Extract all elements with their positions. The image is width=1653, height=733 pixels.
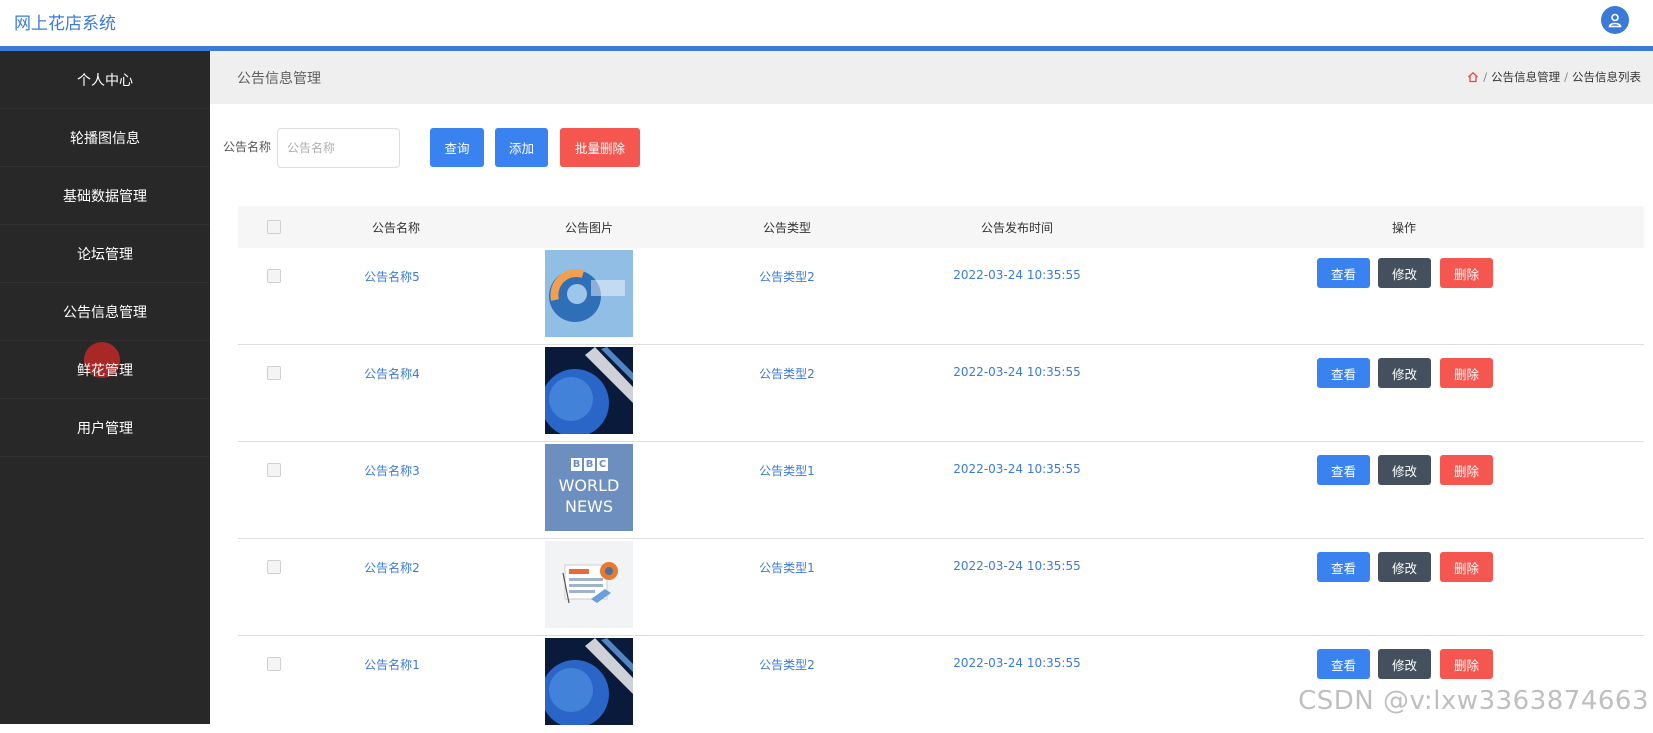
user-avatar[interactable] [1601, 6, 1629, 34]
view-button[interactable]: 查看 [1317, 649, 1370, 679]
page-title: 公告信息管理 [237, 68, 321, 88]
batch-delete-button[interactable]: 批量删除 [560, 128, 640, 167]
announcement-image [545, 638, 633, 725]
table-row: 公告名称5 公告类型2 2022-03-24 10:35:55 查看 修改 删除 [238, 248, 1644, 345]
breadcrumb: / 公告信息管理 / 公告信息列表 [1467, 69, 1641, 85]
table-row: 公告名称4 公告类型2 2022-03-24 10:35:55 查看 修改 删除 [238, 345, 1644, 442]
announcement-time: 2022-03-24 10:35:55 [953, 365, 1080, 379]
sidebar-item-label: 用户管理 [77, 418, 133, 438]
sidebar: 个人中心 轮播图信息 基础数据管理 论坛管理 公告信息管理 鲜花管理 用户管理 [0, 51, 210, 724]
sidebar-item-carousel[interactable]: 轮播图信息 [0, 109, 210, 167]
bbc-letter: B [571, 458, 582, 471]
sidebar-item-basic-data[interactable]: 基础数据管理 [0, 167, 210, 225]
content-header: 公告信息管理 / 公告信息管理 / 公告信息列表 [210, 51, 1653, 104]
delete-button[interactable]: 删除 [1440, 358, 1493, 388]
announcement-image [545, 250, 633, 337]
app-title: 网上花店系统 [14, 9, 116, 34]
announcement-type: 公告类型2 [759, 268, 815, 285]
table-row: 公告名称3 B B C WORLD NEWS 公告类型1 2022-03-24 … [238, 442, 1644, 539]
sidebar-item-forum[interactable]: 论坛管理 [0, 225, 210, 283]
bbc-letter: C [597, 458, 608, 471]
column-header-type: 公告类型 [763, 219, 811, 236]
row-checkbox[interactable] [267, 366, 281, 380]
announcement-type: 公告类型2 [759, 365, 815, 382]
edit-button[interactable]: 修改 [1378, 455, 1431, 485]
delete-button[interactable]: 删除 [1440, 649, 1493, 679]
table-row: 公告名称2 公告类型1 2022-03-24 10:35:55 查看 修改 删除 [238, 539, 1644, 636]
announcement-name-link[interactable]: 公告名称4 [364, 365, 420, 382]
bbc-logo: B B C [571, 458, 608, 471]
announcement-time: 2022-03-24 10:35:55 [953, 268, 1080, 282]
sidebar-item-announcements[interactable]: 公告信息管理 [0, 283, 210, 341]
world-text: WORLD [545, 476, 633, 496]
breadcrumb-separator: / [1564, 70, 1568, 84]
search-input[interactable] [277, 128, 400, 168]
breadcrumb-item: 公告信息列表 [1572, 69, 1641, 85]
sidebar-item-personal-center[interactable]: 个人中心 [0, 51, 210, 109]
announcement-image: B B C WORLD NEWS [545, 444, 633, 531]
edit-button[interactable]: 修改 [1378, 258, 1431, 288]
announcement-name-link[interactable]: 公告名称1 [364, 656, 420, 673]
add-button[interactable]: 添加 [495, 128, 548, 167]
row-checkbox[interactable] [267, 657, 281, 671]
sidebar-item-label: 轮播图信息 [70, 128, 140, 148]
column-header-name: 公告名称 [372, 219, 420, 236]
watermark: CSDN @v:lxw3363874663 [1298, 686, 1649, 716]
sidebar-item-label: 鲜花管理 [77, 360, 133, 380]
user-icon [1607, 12, 1623, 28]
announcement-type: 公告类型1 [759, 462, 815, 479]
delete-button[interactable]: 删除 [1440, 258, 1493, 288]
column-header-time: 公告发布时间 [981, 219, 1053, 236]
sidebar-item-label: 基础数据管理 [63, 186, 147, 206]
announcement-time: 2022-03-24 10:35:55 [953, 656, 1080, 670]
view-button[interactable]: 查看 [1317, 358, 1370, 388]
edit-button[interactable]: 修改 [1378, 649, 1431, 679]
search-label: 公告名称 [223, 138, 271, 155]
row-checkbox[interactable] [267, 269, 281, 283]
row-checkbox[interactable] [267, 463, 281, 477]
edit-button[interactable]: 修改 [1378, 552, 1431, 582]
announcement-time: 2022-03-24 10:35:55 [953, 559, 1080, 573]
view-button[interactable]: 查看 [1317, 455, 1370, 485]
news-text: NEWS [545, 497, 633, 517]
announcement-image [545, 347, 633, 434]
view-button[interactable]: 查看 [1317, 258, 1370, 288]
home-icon[interactable] [1467, 71, 1479, 83]
breadcrumb-item[interactable]: 公告信息管理 [1491, 69, 1560, 85]
breadcrumb-separator: / [1483, 70, 1487, 84]
announcement-type: 公告类型2 [759, 656, 815, 673]
row-checkbox[interactable] [267, 560, 281, 574]
column-header-image: 公告图片 [565, 219, 613, 236]
table-header: 公告名称 公告图片 公告类型 公告发布时间 操作 [238, 206, 1644, 248]
bbc-letter: B [584, 458, 595, 471]
delete-button[interactable]: 删除 [1440, 455, 1493, 485]
announcement-type: 公告类型1 [759, 559, 815, 576]
announcement-name-link[interactable]: 公告名称3 [364, 462, 420, 479]
sidebar-item-label: 个人中心 [77, 70, 133, 90]
delete-button[interactable]: 删除 [1440, 552, 1493, 582]
sidebar-item-label: 公告信息管理 [63, 302, 147, 322]
top-bar: 网上花店系统 [0, 0, 1653, 46]
column-header-actions: 操作 [1392, 219, 1416, 236]
announcement-name-link[interactable]: 公告名称5 [364, 268, 420, 285]
table-row: 公告名称1 公告类型2 2022-03-24 10:35:55 查看 修改 删除 [238, 636, 1644, 733]
edit-button[interactable]: 修改 [1378, 358, 1431, 388]
announcement-image [545, 541, 633, 628]
announcement-name-link[interactable]: 公告名称2 [364, 559, 420, 576]
select-all-checkbox[interactable] [267, 220, 281, 234]
sidebar-item-label: 论坛管理 [77, 244, 133, 264]
sidebar-item-users[interactable]: 用户管理 [0, 399, 210, 457]
announcement-time: 2022-03-24 10:35:55 [953, 462, 1080, 476]
query-button[interactable]: 查询 [430, 128, 484, 167]
view-button[interactable]: 查看 [1317, 552, 1370, 582]
